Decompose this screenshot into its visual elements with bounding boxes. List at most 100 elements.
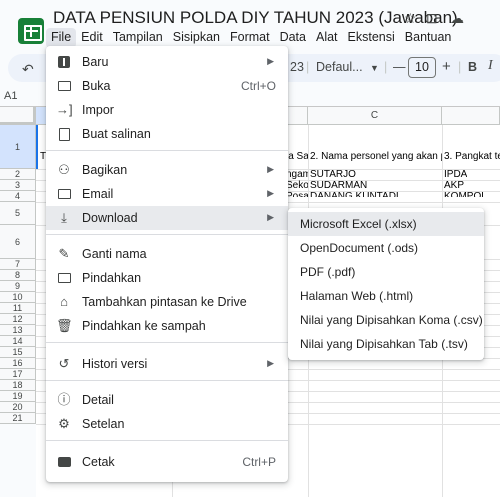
- undo-icon[interactable]: ↶: [22, 61, 34, 78]
- cell-b2[interactable]: ngam: [286, 169, 308, 180]
- menu-item-move[interactable]: Pindahkan: [46, 266, 288, 290]
- menu-item-rename[interactable]: ✎ Ganti nama: [46, 242, 288, 266]
- row-header[interactable]: 16: [0, 358, 36, 369]
- cell-d3[interactable]: AKP: [444, 180, 464, 191]
- row-header[interactable]: 6: [0, 225, 36, 259]
- menu-separator: [46, 440, 288, 441]
- menu-view[interactable]: Tampilan: [108, 28, 168, 48]
- submenu-item-label: Halaman Web (.html): [300, 289, 414, 303]
- menu-insert[interactable]: Sisipkan: [168, 28, 225, 48]
- menu-item-share[interactable]: ⚇ Bagikan ▶: [46, 158, 288, 182]
- font-family-select[interactable]: Defaul...: [316, 60, 363, 74]
- document-title[interactable]: DATA PENSIUN POLDA DIY TAHUN 2023 (Jawab…: [53, 8, 458, 28]
- download-tsv[interactable]: Nilai yang Dipisahkan Tab (.tsv): [288, 332, 484, 356]
- cell-c4[interactable]: DANANG KUNTADI: [310, 191, 399, 197]
- row-header[interactable]: 20: [0, 402, 36, 413]
- menu-help[interactable]: Bantuan: [400, 28, 457, 48]
- row-header[interactable]: 2: [0, 169, 36, 180]
- import-icon: →]: [56, 102, 73, 117]
- download-ods[interactable]: OpenDocument (.ods): [288, 236, 484, 260]
- menu-item-label: Bagikan: [82, 163, 128, 177]
- settings-icon: ⚙: [58, 416, 70, 431]
- menu-item-new[interactable]: Baru ▶: [46, 50, 288, 74]
- download-csv[interactable]: Nilai yang Dipisahkan Koma (.csv): [288, 308, 484, 332]
- menu-format[interactable]: Format: [225, 28, 275, 48]
- row-header[interactable]: 13: [0, 325, 36, 336]
- chevron-down-icon[interactable]: ▼: [370, 63, 379, 73]
- shortcut-label: Ctrl+O: [240, 79, 276, 93]
- menu-item-import[interactable]: →] Impor: [46, 98, 288, 122]
- cloud-status-icon[interactable]: ☁: [450, 10, 464, 27]
- cell-b3[interactable]: Sekol: [286, 180, 308, 191]
- row-header[interactable]: 11: [0, 303, 36, 314]
- menu-separator: [46, 234, 288, 235]
- row-header[interactable]: 4: [0, 191, 36, 202]
- submenu-arrow-icon: ▶: [267, 164, 274, 174]
- menu-item-label: Detail: [82, 393, 114, 407]
- cell-b4[interactable]: Posal: [286, 191, 308, 197]
- menu-item-print[interactable]: Cetak Ctrl+P: [46, 450, 288, 474]
- cell-c2[interactable]: SUTARJO: [310, 169, 356, 180]
- row-header[interactable]: 9: [0, 281, 36, 292]
- cell-c1[interactable]: 2. Nama personel yang akan p: [310, 151, 442, 162]
- row-header[interactable]: 3: [0, 180, 36, 191]
- menu-item-settings[interactable]: ⚙ Setelan: [46, 412, 288, 436]
- submenu-arrow-icon: ▶: [267, 212, 274, 222]
- menu-tools[interactable]: Alat: [311, 28, 343, 48]
- cell-d1[interactable]: 3. Pangkat te: [444, 151, 500, 162]
- new-sheet-icon: [56, 54, 72, 70]
- sheets-logo-icon[interactable]: [18, 18, 44, 44]
- cell-c3[interactable]: SUDARMAN: [310, 180, 367, 191]
- row-header[interactable]: 8: [0, 270, 36, 281]
- download-xlsx[interactable]: Microsoft Excel (.xlsx): [288, 212, 484, 236]
- submenu-arrow-icon: ▶: [267, 56, 274, 66]
- menu-item-email[interactable]: Email ▶: [46, 182, 288, 206]
- decrease-font-size-button[interactable]: —: [393, 60, 406, 74]
- row-header[interactable]: 7: [0, 259, 36, 270]
- cell-b1[interactable]: la Sa: [286, 151, 308, 162]
- row-header[interactable]: 10: [0, 292, 36, 303]
- bold-button[interactable]: B: [468, 60, 477, 74]
- row-header[interactable]: 19: [0, 391, 36, 402]
- drive-shortcut-icon: ⌂: [60, 294, 68, 309]
- menu-item-label: Cetak: [82, 455, 115, 469]
- menu-extensions[interactable]: Ekstensi: [343, 28, 400, 48]
- download-submenu: Microsoft Excel (.xlsx) OpenDocument (.o…: [288, 208, 484, 360]
- menu-item-trash[interactable]: 🗑 Pindahkan ke sampah: [46, 314, 288, 338]
- row-header[interactable]: 5: [0, 202, 36, 225]
- select-all-corner[interactable]: [0, 107, 36, 125]
- menu-file[interactable]: File: [46, 28, 77, 48]
- italic-button[interactable]: I: [488, 58, 493, 74]
- column-header-c[interactable]: C: [308, 107, 442, 125]
- email-icon: [56, 186, 72, 202]
- menu-item-details[interactable]: ⓘ Detail: [46, 388, 288, 412]
- row-header[interactable]: 18: [0, 380, 36, 391]
- menu-item-make-copy[interactable]: Buat salinan: [46, 122, 288, 146]
- star-icon[interactable]: ☆: [404, 10, 417, 27]
- menu-edit[interactable]: Edit: [76, 28, 108, 48]
- menu-item-open[interactable]: Buka Ctrl+O: [46, 74, 288, 98]
- row-header[interactable]: 12: [0, 314, 36, 325]
- column-header-d[interactable]: [442, 107, 500, 125]
- submenu-item-label: OpenDocument (.ods): [300, 241, 419, 255]
- download-html[interactable]: Halaman Web (.html): [288, 284, 484, 308]
- menu-item-version-history[interactable]: ↺ Histori versi ▶: [46, 352, 288, 376]
- zoom-select[interactable]: 23: [290, 60, 304, 74]
- cell-d2[interactable]: IPDA: [444, 169, 467, 180]
- menu-item-add-shortcut[interactable]: ⌂ Tambahkan pintasan ke Drive: [46, 290, 288, 314]
- menu-data[interactable]: Data: [275, 28, 311, 48]
- increase-font-size-button[interactable]: +: [442, 58, 451, 75]
- cell-d4[interactable]: KOMPOL: [444, 191, 487, 197]
- row-header[interactable]: 1: [0, 125, 36, 169]
- download-pdf[interactable]: PDF (.pdf): [288, 260, 484, 284]
- move-folder-icon[interactable]: ⊡: [426, 10, 438, 27]
- menu-item-download[interactable]: ⤓ Download ▶: [46, 206, 288, 230]
- font-size-input[interactable]: 10: [408, 57, 436, 78]
- name-box[interactable]: A1: [4, 90, 17, 102]
- menu-item-label: Email: [82, 187, 114, 201]
- row-header[interactable]: 15: [0, 347, 36, 358]
- row-header[interactable]: 21: [0, 413, 36, 424]
- open-folder-icon: [56, 78, 72, 94]
- row-header[interactable]: 14: [0, 336, 36, 347]
- row-header[interactable]: 17: [0, 369, 36, 380]
